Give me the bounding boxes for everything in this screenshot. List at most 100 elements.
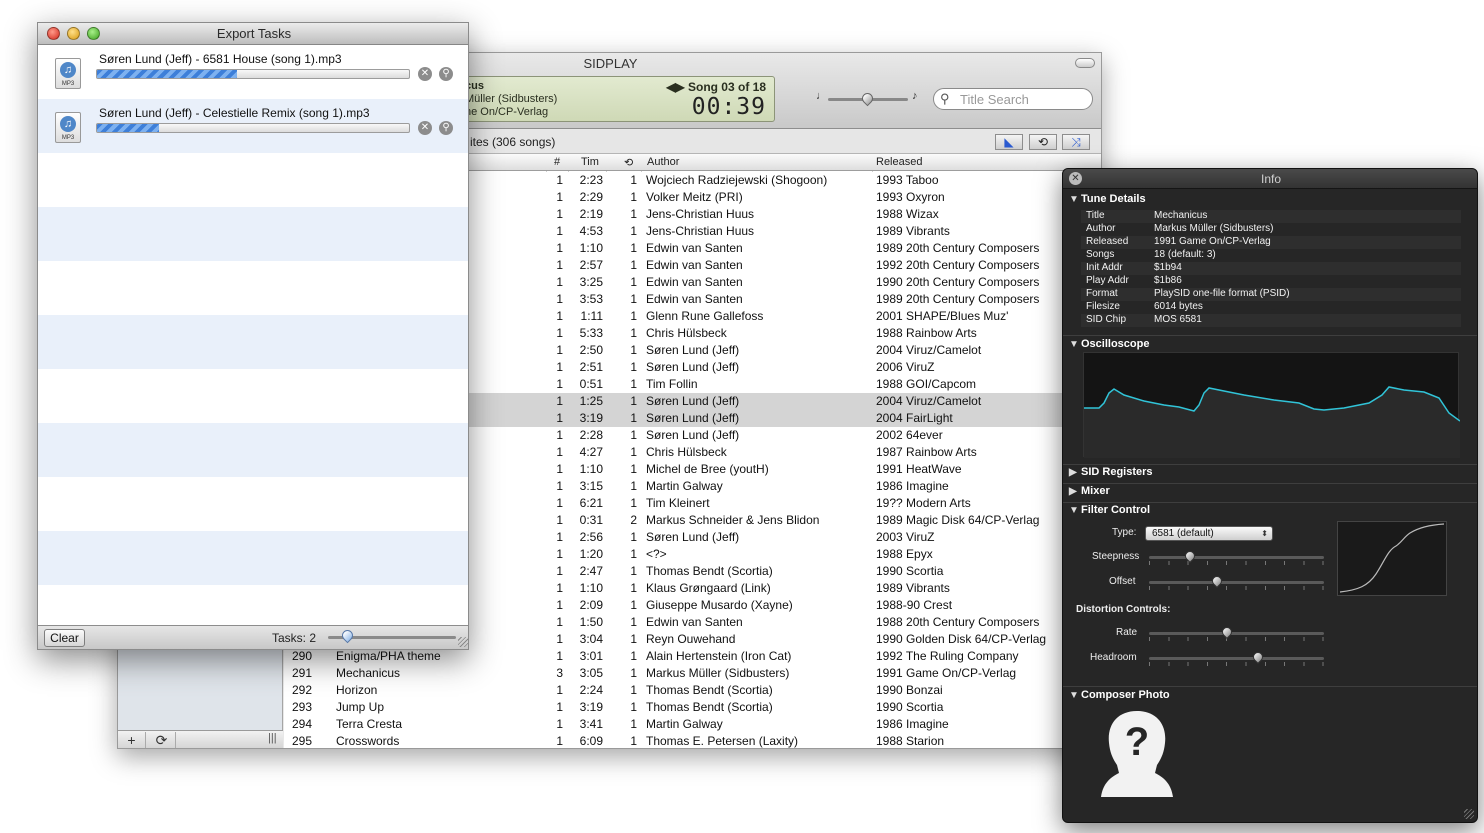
- headroom-slider[interactable]: [1149, 649, 1324, 667]
- task-progress-fill: [97, 70, 238, 78]
- cell-songs: 1: [556, 428, 563, 442]
- steepness-slider[interactable]: [1149, 548, 1324, 566]
- info-panel: ✕ Info ▼ Tune Details Title Mechanicus Auth…: [1062, 168, 1478, 823]
- cell-loops: 1: [630, 479, 637, 493]
- cell-songs: 1: [556, 326, 563, 340]
- cell-loops: 1: [630, 581, 637, 595]
- tasks-count: Tasks: 2: [272, 631, 317, 645]
- oscilloscope-wave: [1084, 386, 1461, 458]
- cell-loops: 1: [630, 224, 637, 238]
- cell-songs: 1: [556, 496, 563, 510]
- table-row[interactable]: 290 Enigma/PHA theme 1 3:01 1 Alain Hertenste…: [284, 648, 1101, 665]
- tune-details-section[interactable]: ▼ Tune Details: [1069, 193, 1146, 205]
- lcd-author: Müller (Sidbusters): [465, 93, 558, 105]
- cell-idx: 291: [292, 666, 313, 680]
- cell-author: Klaus Grøngaard (Link): [646, 581, 771, 595]
- detail-value: Mechanicus: [1154, 210, 1208, 221]
- add-playlist-button[interactable]: +: [118, 732, 146, 748]
- volume-low-icon: ♩: [816, 90, 827, 102]
- disclosure-open-icon: ▼: [1069, 194, 1079, 205]
- cell-time: 5:33: [579, 326, 603, 340]
- table-row[interactable]: 292 Horizon 1 2:24 1 Thomas Bendt (Scortia) 19…: [284, 682, 1101, 699]
- table-row[interactable]: 291 Mechanicus 3 3:05 1 Markus Müller (Sidbus…: [284, 665, 1101, 682]
- col-author-header[interactable]: Author: [647, 156, 679, 168]
- resize-grip-icon[interactable]: |||: [268, 732, 277, 744]
- cell-time: 2:29: [579, 190, 603, 204]
- list-stripe: [38, 153, 468, 207]
- cell-time: 1:20: [579, 547, 603, 561]
- volume-knob[interactable]: [859, 90, 876, 107]
- cell-author: Søren Lund (Jeff): [646, 530, 740, 544]
- reveal-magnifier-icon[interactable]: ⚲: [439, 121, 453, 135]
- cancel-task-icon[interactable]: ✕: [418, 121, 432, 135]
- export-task[interactable]: ♫ MP3 Søren Lund (Jeff) - 6581 House (song…: [38, 45, 468, 99]
- col-time-header[interactable]: Tim: [581, 156, 599, 168]
- cell-songs: 1: [556, 377, 563, 391]
- cell-loops: 1: [630, 326, 637, 340]
- cell-author: Søren Lund (Jeff): [646, 428, 740, 442]
- volume-slider[interactable]: ♩ ♪: [816, 90, 918, 112]
- col-loop-header[interactable]: ⟲: [624, 156, 633, 169]
- refresh-button[interactable]: ⟳: [148, 732, 176, 748]
- cell-songs: 1: [556, 479, 563, 493]
- rate-label: Rate: [1116, 627, 1138, 638]
- sid-registers-section[interactable]: ▶ SID Registers: [1069, 466, 1153, 478]
- oscilloscope-section[interactable]: ▼ Oscilloscope: [1069, 338, 1149, 350]
- cell-time: 2:57: [579, 258, 603, 272]
- detail-row: Filesize 6014 bytes: [1081, 301, 1461, 314]
- task-progress-bar: [96, 69, 410, 79]
- offset-slider[interactable]: [1149, 573, 1324, 591]
- mp3-label: MP3: [61, 135, 75, 141]
- cell-loops: 1: [630, 700, 637, 714]
- play-mode-button[interactable]: ◣: [995, 134, 1023, 150]
- cell-time: 3:19: [579, 700, 603, 714]
- cell-author: Glenn Rune Gallefoss: [646, 309, 764, 323]
- export-footer: Clear Tasks: 2: [38, 625, 468, 649]
- mixer-section[interactable]: ▶ Mixer: [1069, 485, 1110, 497]
- resize-grip-icon[interactable]: [1464, 809, 1474, 819]
- table-row[interactable]: 294 Terra Cresta 1 3:41 1 Martin Galway 1986 I…: [284, 716, 1101, 733]
- composer-photo-section[interactable]: ▼ Composer Photo: [1069, 689, 1170, 701]
- col-released-header[interactable]: Released: [876, 156, 922, 168]
- shuffle-button[interactable]: ⤨: [1062, 134, 1090, 150]
- cell-loops: 1: [630, 734, 637, 748]
- detail-row: Init Addr $1b94: [1081, 262, 1461, 275]
- shuffle-icon: ⤨: [1071, 135, 1081, 149]
- cell-songs: 1: [556, 615, 563, 629]
- cell-loops: 1: [630, 207, 637, 221]
- task-slider-knob[interactable]: [340, 627, 356, 644]
- col-songs-header[interactable]: #: [554, 156, 560, 168]
- plus-icon: +: [127, 732, 136, 748]
- cell-songs: 1: [556, 224, 563, 238]
- disclosure-closed-icon: ▶: [1069, 486, 1077, 497]
- cell-idx: 290: [292, 649, 313, 663]
- type-label: Type:: [1112, 527, 1137, 538]
- cell-idx: 293: [292, 700, 313, 714]
- cell-title: Mechanicus: [336, 666, 401, 680]
- svg-text:?: ?: [1125, 720, 1149, 764]
- cell-songs: 1: [556, 649, 563, 663]
- detail-value: 18 (default: 3): [1154, 249, 1216, 260]
- song-selector[interactable]: ◀▶ Song 03 of 18: [666, 80, 766, 94]
- table-row[interactable]: 295 Crosswords 1 6:09 1 Thomas E. Petersen (L…: [284, 733, 1101, 748]
- repeat-button[interactable]: ⟲: [1029, 134, 1057, 150]
- cell-time: 3:25: [579, 275, 603, 289]
- cell-time: 1:10: [579, 241, 603, 255]
- clear-button[interactable]: Clear: [44, 629, 85, 647]
- rate-slider[interactable]: [1149, 624, 1324, 642]
- filter-type-select[interactable]: 6581 (default) ⬍: [1145, 526, 1273, 541]
- table-row[interactable]: 293 Jump Up 1 3:19 1 Thomas Bendt (Scortia) 19…: [284, 699, 1101, 716]
- cell-author: Thomas Bendt (Scortia): [646, 700, 773, 714]
- title-search-field[interactable]: ⚲ Title Search: [933, 88, 1093, 110]
- music-note-icon: ♫: [60, 62, 76, 78]
- cell-loops: 1: [630, 666, 637, 680]
- cell-author: Reyn Ouwehand: [646, 632, 736, 646]
- cancel-task-icon[interactable]: ✕: [418, 67, 432, 81]
- resize-grip-icon[interactable]: [458, 637, 468, 647]
- toolbar-toggle-button[interactable]: [1075, 58, 1095, 68]
- filter-control-section[interactable]: ▼ Filter Control: [1069, 504, 1150, 516]
- repeat-icon: ⟲: [1037, 135, 1049, 149]
- cell-songs: 1: [556, 462, 563, 476]
- reveal-magnifier-icon[interactable]: ⚲: [439, 67, 453, 81]
- export-task[interactable]: ♫ MP3 Søren Lund (Jeff) - Celestielle Remi…: [38, 99, 468, 153]
